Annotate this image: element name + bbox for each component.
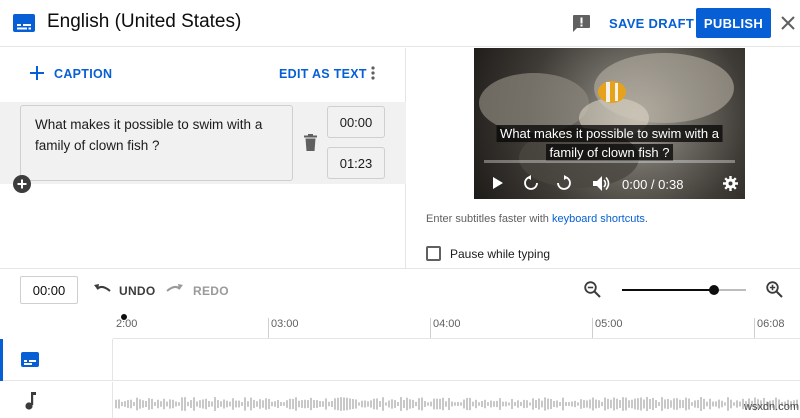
feedback-icon[interactable] bbox=[572, 14, 591, 33]
subtitles-icon bbox=[13, 14, 35, 32]
pause-while-typing-label: Pause while typing bbox=[450, 247, 551, 261]
edit-as-text-button[interactable]: EDIT AS TEXT bbox=[279, 67, 367, 81]
undo-button[interactable]: UNDO bbox=[119, 284, 156, 298]
timeline-tick: 03:00 bbox=[268, 318, 299, 338]
play-icon[interactable] bbox=[493, 177, 503, 189]
active-track-indicator bbox=[0, 339, 3, 381]
insert-caption-icon[interactable] bbox=[13, 175, 31, 193]
add-icon[interactable] bbox=[30, 66, 44, 80]
settings-icon[interactable] bbox=[723, 176, 738, 191]
caption-start-time[interactable]: 00:00 bbox=[327, 106, 385, 138]
redo-icon[interactable] bbox=[166, 283, 184, 295]
subtitle-track-label bbox=[0, 339, 113, 381]
delete-icon[interactable] bbox=[304, 134, 317, 151]
music-note-icon bbox=[25, 392, 36, 410]
timeline-current-time[interactable]: 00:00 bbox=[20, 276, 78, 304]
volume-icon[interactable] bbox=[593, 176, 610, 191]
shortcut-hint: Enter subtitles faster with keyboard sho… bbox=[426, 213, 648, 225]
zoom-slider-thumb[interactable] bbox=[709, 285, 719, 295]
timeline-tick: 2:00 bbox=[116, 318, 138, 330]
audio-track-label bbox=[0, 382, 113, 418]
fast-forward-icon[interactable] bbox=[556, 175, 572, 191]
watermark: wsxdn.com bbox=[744, 401, 800, 413]
video-time: 0:00 / 0:38 bbox=[622, 177, 684, 192]
publish-button[interactable]: PUBLISH bbox=[696, 8, 771, 38]
page-title: English (United States) bbox=[47, 11, 242, 32]
caption-text-input[interactable]: What makes it possible to swim with a fa… bbox=[20, 105, 293, 181]
keyboard-shortcuts-link[interactable]: keyboard shortcuts bbox=[552, 213, 645, 225]
video-player[interactable]: What makes it possible to swim with a fa… bbox=[474, 48, 745, 199]
zoom-out-icon[interactable] bbox=[584, 281, 601, 298]
subtitle-track[interactable] bbox=[0, 339, 800, 381]
pause-while-typing-checkbox[interactable] bbox=[426, 246, 441, 261]
zoom-in-icon[interactable] bbox=[766, 281, 783, 298]
close-icon[interactable] bbox=[781, 16, 795, 30]
video-progress-bar[interactable] bbox=[484, 160, 735, 163]
header: English (United States) SAVE DRAFT PUBLI… bbox=[0, 0, 800, 47]
add-caption-button[interactable]: CAPTION bbox=[54, 67, 112, 81]
rewind-icon[interactable] bbox=[523, 175, 539, 191]
timeline-tick: 04:00 bbox=[430, 318, 461, 338]
video-subtitle-line-2: family of clown fish ? bbox=[545, 144, 674, 161]
timeline-tick: 06:08 bbox=[754, 318, 785, 338]
subtitles-track-icon bbox=[21, 352, 39, 367]
undo-icon[interactable] bbox=[93, 283, 111, 295]
video-subtitle-line-1: What makes it possible to swim with a bbox=[496, 125, 723, 142]
shortcut-hint-text: Enter subtitles faster with bbox=[426, 213, 552, 225]
audio-waveform bbox=[115, 397, 798, 411]
shortcut-hint-suffix: . bbox=[644, 213, 648, 225]
save-draft-button[interactable]: SAVE DRAFT bbox=[609, 16, 694, 31]
more-vert-icon[interactable] bbox=[371, 66, 375, 80]
timeline-tick: 05:00 bbox=[592, 318, 623, 338]
redo-button[interactable]: REDO bbox=[193, 284, 229, 298]
caption-end-time[interactable]: 01:23 bbox=[327, 147, 385, 179]
